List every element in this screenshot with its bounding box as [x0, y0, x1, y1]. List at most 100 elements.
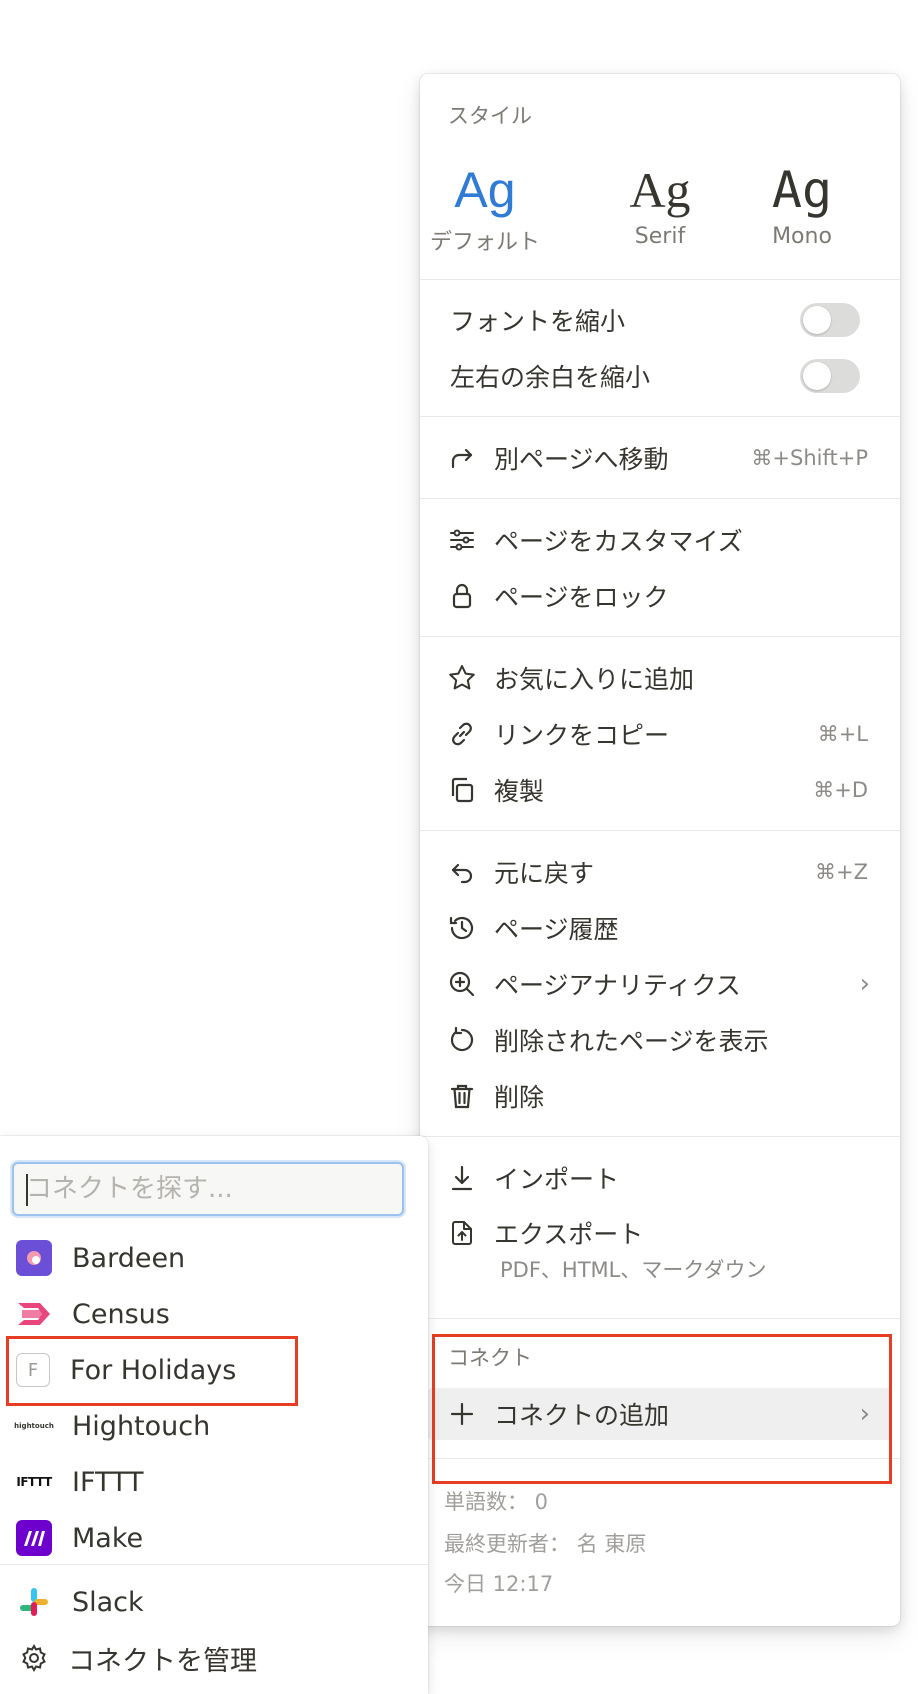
last-edited-by: 最終更新者： 名 東原 — [444, 1532, 647, 1556]
zoom-analytics-icon — [442, 964, 482, 1004]
full-width-toggle[interactable] — [800, 359, 860, 393]
delete-item[interactable]: 削除 — [428, 1070, 892, 1122]
import-label: インポート — [494, 1165, 620, 1194]
connect-item-label: Make — [72, 1522, 144, 1554]
duplicate-label: 複製 — [494, 777, 545, 806]
toggle-knob — [803, 306, 831, 334]
toggle-knob — [803, 362, 831, 390]
undo-label: 元に戻す — [494, 859, 595, 888]
style-default-label: デフォルト — [429, 230, 540, 255]
page-analytics-item[interactable]: ページアナリティクス › — [428, 958, 892, 1010]
copy-link-item[interactable]: リンクをコピー ⌘+L — [428, 708, 892, 760]
move-page-shortcut: ⌘+Shift+P — [751, 446, 868, 470]
divider — [420, 636, 900, 637]
connect-search-input[interactable] — [14, 1164, 402, 1214]
connect-search-box[interactable] — [12, 1162, 404, 1216]
text-caret — [26, 1174, 28, 1206]
export-formats-caption: PDF、HTML、マークダウン — [500, 1258, 767, 1282]
show-deleted-pages-label: 削除されたページを表示 — [494, 1027, 769, 1056]
manage-connections-item[interactable]: コネクトを管理 — [0, 1632, 428, 1684]
connect-item-label: Bardeen — [72, 1242, 186, 1274]
customize-page-item[interactable]: ページをカスタマイズ — [428, 514, 892, 566]
undo-arrow-icon — [442, 852, 482, 892]
connect-item-hightouch[interactable]: hightouch Hightouch — [0, 1400, 428, 1452]
restore-icon — [442, 1020, 482, 1060]
style-serif-option[interactable]: Ag Serif — [595, 158, 725, 249]
connect-highlight-box — [432, 1334, 892, 1484]
delete-label: 削除 — [494, 1083, 545, 1112]
link-icon — [442, 714, 482, 754]
export-label: エクスポート — [494, 1220, 644, 1249]
duplicate-item[interactable]: 複製 ⌘+D — [428, 764, 892, 816]
sliders-icon — [442, 520, 482, 560]
page-history-item[interactable]: ページ履歴 — [428, 902, 892, 954]
style-mono-label: Mono — [772, 224, 832, 249]
lock-page-label: ページをロック — [494, 583, 669, 612]
small-text-toggle-row[interactable]: フォントを縮小 — [428, 294, 892, 346]
small-text-label: フォントを縮小 — [450, 307, 626, 336]
page-analytics-label: ページアナリティクス — [494, 971, 741, 1000]
connect-item-bardeen[interactable]: Bardeen — [0, 1232, 428, 1284]
full-width-toggle-row[interactable]: 左右の余白を縮小 — [428, 350, 892, 402]
trash-icon — [442, 1076, 482, 1116]
for-holidays-highlight-box — [6, 1336, 298, 1406]
divider — [420, 1318, 900, 1319]
divider — [420, 416, 900, 417]
connect-item-label: IFTTT — [72, 1466, 144, 1498]
chevron-right-icon: › — [859, 969, 870, 999]
undo-shortcut: ⌘+Z — [815, 860, 868, 884]
customize-page-label: ページをカスタマイズ — [494, 527, 743, 556]
copy-link-label: リンクをコピー — [494, 721, 670, 750]
style-serif-label: Serif — [634, 224, 686, 249]
bardeen-logo-icon — [16, 1240, 52, 1276]
connect-item-ifttt[interactable]: IFTTT IFTTT — [0, 1456, 428, 1508]
gear-icon — [16, 1640, 52, 1676]
font-style-picker: Ag デフォルト Ag Serif Ag Mono — [420, 158, 900, 268]
connect-item-slack[interactable]: Slack — [0, 1576, 428, 1628]
redirect-arrow-icon — [442, 438, 482, 478]
undo-item[interactable]: 元に戻す ⌘+Z — [428, 846, 892, 898]
connect-item-label: Slack — [72, 1586, 144, 1618]
style-mono-glyph: Ag — [771, 161, 833, 219]
add-favorite-item[interactable]: お気に入りに追加 — [428, 652, 892, 704]
connect-item-label: Hightouch — [72, 1410, 211, 1442]
connect-item-make[interactable]: Make — [0, 1512, 428, 1564]
page-options-menu: スタイル Ag デフォルト Ag Serif Ag Mono フォントを縮小 左… — [420, 74, 900, 1626]
manage-connections-label: コネクトを管理 — [68, 1645, 257, 1677]
last-edited-time: 今日 12:17 — [444, 1572, 554, 1596]
word-count: 単語数： 0 — [444, 1490, 549, 1514]
download-arrow-icon — [442, 1158, 482, 1198]
copy-link-shortcut: ⌘+L — [817, 722, 868, 746]
divider — [420, 498, 900, 499]
divider — [420, 279, 900, 280]
move-page-label: 別ページへ移動 — [494, 445, 669, 474]
divider — [420, 1136, 900, 1137]
star-icon — [442, 658, 482, 698]
file-upload-icon — [442, 1213, 482, 1253]
style-serif-glyph: Ag — [629, 162, 691, 218]
full-width-label: 左右の余白を縮小 — [450, 363, 651, 392]
style-section-title: スタイル — [448, 104, 532, 128]
duplicate-shortcut: ⌘+D — [813, 778, 868, 802]
slack-logo-icon — [16, 1584, 52, 1620]
style-default-option[interactable]: Ag デフォルト — [420, 158, 550, 256]
move-page-item[interactable]: 別ページへ移動 ⌘+Shift+P — [428, 432, 892, 484]
connect-item-census[interactable]: Census — [0, 1288, 428, 1340]
import-item[interactable]: インポート — [428, 1152, 892, 1204]
style-mono-option[interactable]: Ag Mono — [737, 158, 867, 249]
divider — [0, 1564, 428, 1565]
connect-item-label: Census — [72, 1298, 170, 1330]
style-default-glyph: Ag — [454, 162, 516, 218]
history-clock-icon — [442, 908, 482, 948]
add-favorite-label: お気に入りに追加 — [494, 665, 695, 694]
connect-submenu: Bardeen Census F For Holidays hightouch … — [0, 1136, 428, 1694]
show-deleted-pages-item[interactable]: 削除されたページを表示 — [428, 1014, 892, 1066]
divider — [420, 830, 900, 831]
lock-icon — [442, 576, 482, 616]
census-logo-icon — [16, 1296, 52, 1332]
lock-page-item[interactable]: ページをロック — [428, 570, 892, 622]
small-text-toggle[interactable] — [800, 303, 860, 337]
hightouch-logo-icon: hightouch — [14, 1422, 54, 1430]
export-item[interactable]: エクスポート — [428, 1207, 892, 1259]
make-logo-icon — [16, 1520, 52, 1556]
